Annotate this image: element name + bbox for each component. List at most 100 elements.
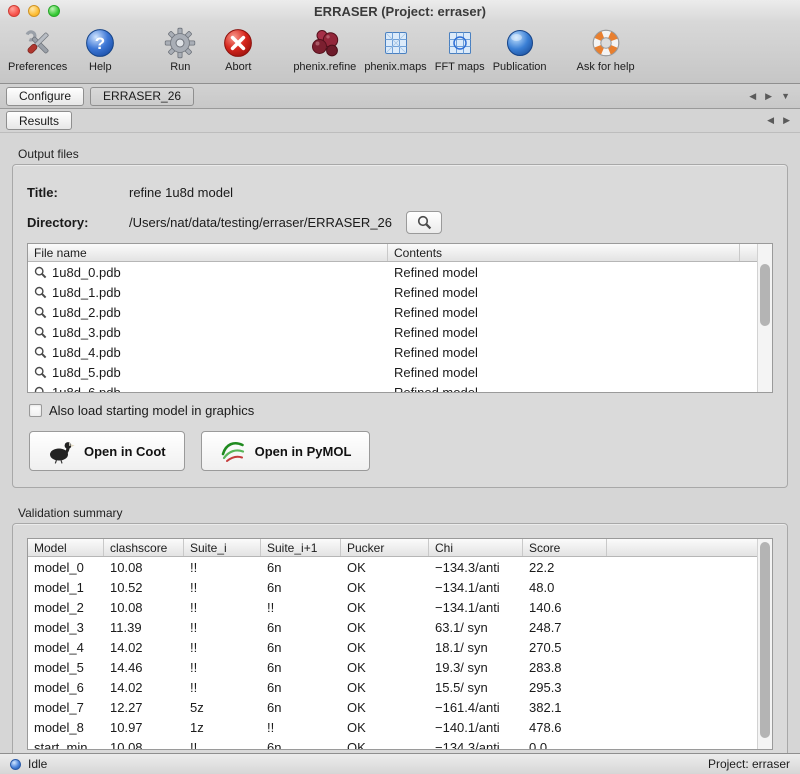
validation-cell: −134.3/anti [429,740,523,751]
validation-col-header[interactable]: Suite_i [184,539,261,556]
toolbar-phenix-refine-button[interactable]: phenix.refine [289,26,360,73]
file-table-scrollbar[interactable] [757,244,772,392]
tab-configure[interactable]: Configure [6,87,84,106]
col-header-file-name[interactable]: File name [28,244,388,261]
validation-cell: −134.1/anti [429,580,523,595]
validation-cell: model_4 [28,640,104,655]
validation-row[interactable]: model_712.275z6nOK−161.4/anti382.1 [28,697,772,717]
validation-col-header[interactable]: Pucker [341,539,429,556]
validation-row[interactable]: model_614.02!!6nOK15.5/ syn295.3 [28,677,772,697]
file-row[interactable]: 1u8d_0.pdbRefined model [28,262,772,282]
validation-cell: 6n [261,580,341,595]
validation-col-header[interactable]: Score [523,539,607,556]
col-header-contents[interactable]: Contents [388,244,740,261]
toolbar-phenix-maps-button[interactable]: phenix.maps [360,26,430,73]
validation-table-scrollbar[interactable] [757,539,772,749]
validation-col-header[interactable]: Model [28,539,104,556]
file-row[interactable]: 1u8d_1.pdb Refined model [28,282,772,302]
file-row[interactable]: 1u8d_4.pdb Refined model [28,342,772,362]
tab-erraser-26[interactable]: ERRASER_26 [90,87,194,106]
file-row[interactable]: 1u8d_3.pdbRefined model [28,322,772,342]
validation-row[interactable]: model_010.08!!6nOK−134.3/anti22.2 [28,557,772,577]
validation-row[interactable]: model_110.52!!6nOK−134.1/anti48.0 [28,577,772,597]
file-row[interactable]: 1u8d_2.pdbRefined model [28,302,772,322]
file-name: 1u8d_4.pdb [52,345,121,360]
validation-cell: 478.6 [523,720,607,735]
output-files-group: Title: refine 1u8d model Directory: /Use… [12,164,788,488]
file-table-body: 1u8d_0.pdbRefined model 1u8d_1.pdb Refine… [28,262,772,393]
magnifier-icon [34,386,47,394]
toolbar-preferences-button[interactable]: Preferences [4,26,71,73]
file-contents: Refined model [388,285,740,300]
validation-row[interactable]: model_414.02!!6nOK18.1/ syn270.5 [28,637,772,657]
validation-col-header[interactable]: clashscore [104,539,184,556]
tab-label: ERRASER_26 [103,89,181,103]
load-starting-model-checkbox[interactable]: Also load starting model in graphics [29,403,773,418]
file-row[interactable]: 1u8d_5.pdbRefined model [28,362,772,382]
validation-cell: model_7 [28,700,104,715]
svg-text:?: ? [95,34,105,53]
toolbar-label: Preferences [8,61,67,73]
validation-cell: 283.8 [523,660,607,675]
file-name: 1u8d_1.pdb [52,285,121,300]
tab-results[interactable]: Results [6,111,72,130]
file-contents: Refined model [388,345,740,360]
toolbar-run-button[interactable]: Run [151,26,209,73]
button-label: Open in PyMOL [255,444,352,459]
validation-cell: !! [184,560,261,575]
graphics-buttons-row: Open in Coot Open in PyMOL [29,431,773,471]
validation-cell: 6n [261,660,341,675]
toolbar-label: phenix.refine [293,61,356,73]
main-tab-bar: Configure ERRASER_26 ◀ ▶ ▼ [0,84,800,109]
validation-cell: model_6 [28,680,104,695]
validation-row[interactable]: model_210.08!!!!OK−134.1/anti140.6 [28,597,772,617]
globe-icon [503,26,537,60]
validation-cell: OK [341,560,429,575]
scrollbar-thumb[interactable] [760,542,770,738]
magnifier-icon [34,326,47,339]
file-contents: Refined model [388,325,740,340]
file-row[interactable]: 1u8d_6.pdbRefined model [28,382,772,393]
toolbar-ask-for-help-button[interactable]: Ask for help [573,26,639,73]
file-contents: Refined model [388,265,740,280]
validation-row[interactable]: model_514.46!!6nOK19.3/ syn283.8 [28,657,772,677]
abort-icon [221,26,255,60]
fft-grid-icon [443,26,477,60]
validation-cell: !! [184,640,261,655]
toolbar-label: FFT maps [435,61,485,73]
validation-cell: −161.4/anti [429,700,523,715]
title-bar[interactable]: ERRASER (Project: erraser) [0,0,800,22]
validation-col-header[interactable]: Suite_i+1 [261,539,341,556]
validation-row[interactable]: model_810.971z!!OK−140.1/anti478.6 [28,717,772,737]
validation-row[interactable]: model_311.39!!6nOK63.1/ syn248.7 [28,617,772,637]
toolbar-label: phenix.maps [364,61,426,73]
open-in-pymol-button[interactable]: Open in PyMOL [201,431,371,471]
status-indicator-icon [10,759,21,770]
validation-cell: 10.08 [104,740,184,751]
toolbar-publication-button[interactable]: Publication [489,26,551,73]
validation-cell: OK [341,660,429,675]
open-in-coot-button[interactable]: Open in Coot [29,431,185,471]
output-files-group-label: Output files [18,147,788,161]
toolbar-abort-button[interactable]: Abort [209,26,267,73]
validation-col-header[interactable]: Chi [429,539,523,556]
validation-cell: 270.5 [523,640,607,655]
run-gear-icon [163,26,197,60]
tab-scroll-left-icon[interactable]: ◀ [767,115,774,126]
validation-group-label: Validation summary [18,506,788,520]
tab-scroll-left-icon[interactable]: ◀ [749,91,756,102]
file-name: 1u8d_6.pdb [52,385,121,394]
map-grid-icon [379,26,413,60]
checkbox-box[interactable] [29,404,42,417]
tab-list-icon[interactable]: ▼ [781,91,790,102]
toolbar-help-button[interactable]: ? Help [71,26,129,73]
validation-cell: 6n [261,680,341,695]
tab-scroll-right-icon[interactable]: ▶ [765,91,772,102]
scrollbar-thumb[interactable] [760,264,770,326]
validation-cell: 11.39 [104,620,184,635]
tab-scroll-right-icon[interactable]: ▶ [783,115,790,126]
validation-row[interactable]: start_min10.08!!6nOK−134.3/anti0.0 [28,737,772,750]
validation-cell: start_min [28,740,104,751]
toolbar-fft-maps-button[interactable]: FFT maps [431,26,489,73]
browse-directory-button[interactable] [406,211,442,234]
